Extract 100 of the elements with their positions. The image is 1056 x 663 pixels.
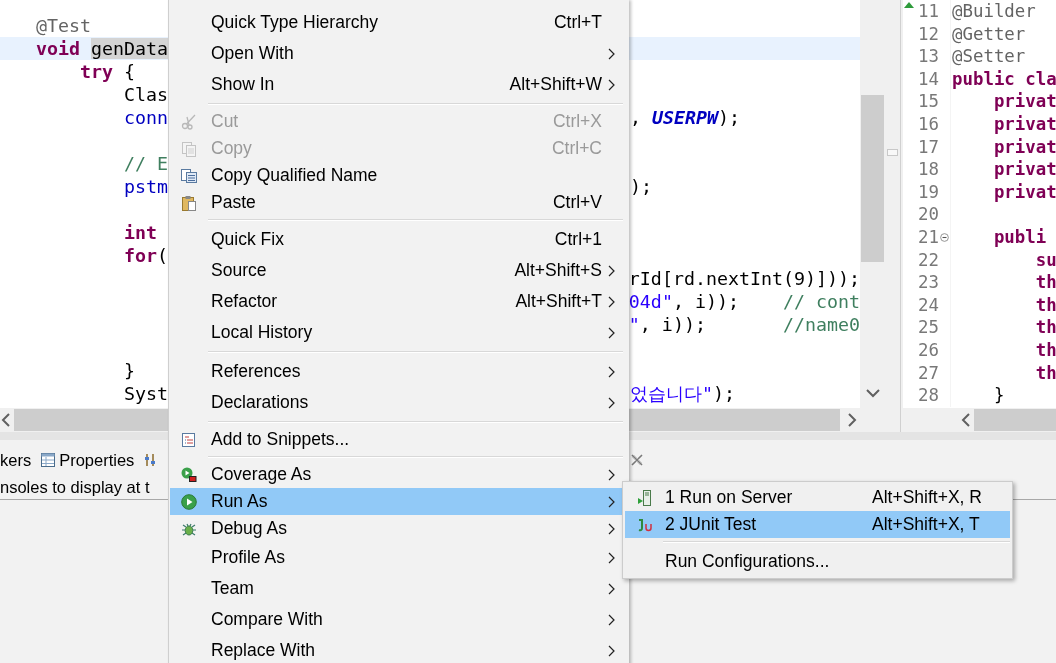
shortcut-label: Alt+Shift+X, R <box>872 487 982 508</box>
menu-item[interactable]: Team <box>170 573 623 604</box>
code-text: 었습니다"); <box>630 382 736 405</box>
copy-icon <box>181 140 197 157</box>
override-marker-icon <box>904 2 914 8</box>
line-number: 12 <box>917 22 939 46</box>
scroll-left-icon[interactable] <box>1 413 11 427</box>
code-text: @Test <box>36 14 92 37</box>
scroll-right-icon[interactable] <box>847 413 857 427</box>
code-text: privat <box>993 112 1056 136</box>
code-text: , USERPW); <box>630 106 741 129</box>
code-text: pstm <box>124 175 169 198</box>
menu-item[interactable]: Open With <box>170 38 623 69</box>
menu-item[interactable]: Copy Qualified Name <box>170 162 623 189</box>
shortcut-label: Alt+Shift+T <box>515 291 602 312</box>
menu-item[interactable]: Debug As <box>170 515 623 542</box>
code-text: ", i)); //name0 <box>628 313 860 336</box>
code-text: @Getter <box>952 22 1026 46</box>
code-text: publi <box>993 225 1047 249</box>
shortcut-label: Alt+Shift+W <box>509 74 602 95</box>
tool-icon[interactable] <box>144 453 157 467</box>
code-text: th <box>1035 316 1056 339</box>
scrollbar-thumb[interactable] <box>974 409 1056 431</box>
shortcut-label: Ctrl+C <box>551 138 602 159</box>
menu-item[interactable]: Local History <box>170 317 623 348</box>
code-text: Clas <box>124 83 169 106</box>
menu-item[interactable]: Quick Type Hierarchy Ctrl+T <box>170 7 623 38</box>
collapse-icon[interactable] <box>940 232 949 242</box>
view-tab[interactable]: kers <box>0 450 32 470</box>
line-number: 17 <box>917 135 939 159</box>
code-text: } <box>993 384 1005 407</box>
scrollbar-thumb[interactable] <box>861 95 884 262</box>
code-text: th <box>1035 271 1056 294</box>
menu-item[interactable]: 1 Run on Server Alt+Shift+X, R <box>625 484 1010 511</box>
line-number: 13 <box>917 45 939 68</box>
coverage-icon <box>181 466 197 483</box>
code-text: @Builder <box>952 0 1036 23</box>
view-tab[interactable]: Properties <box>59 450 135 470</box>
code-text: try { <box>80 60 136 83</box>
scroll-left-icon[interactable] <box>961 413 971 427</box>
menu-item[interactable]: Refactor Alt+Shift+T <box>170 286 623 317</box>
table-icon <box>41 453 56 467</box>
line-number: 19 <box>917 180 939 204</box>
line-number: 25 <box>917 316 939 339</box>
line-number: 21 <box>917 225 939 249</box>
shortcut-label: Ctrl+1 <box>554 229 602 250</box>
menu-item[interactable]: Quick Fix Ctrl+1 <box>170 224 623 255</box>
code-text: privat <box>993 90 1056 113</box>
clipboard-icon <box>181 194 197 211</box>
line-number: 18 <box>917 158 939 181</box>
code-text: public cla <box>952 67 1056 91</box>
code-text: Syst <box>124 382 169 405</box>
line-number: 24 <box>917 293 939 317</box>
line-number: 26 <box>917 338 939 362</box>
code-editor[interactable]: 11 @Builder 12 @Getter 13 @Setter 14 public cla 15 privat 16 privat 17 privat 18 privat 19 privat 20 21 publi 22 su 23 th 24 th 25 th 26 th 27 th 28 } <box>903 0 1056 408</box>
code-text: int <box>124 221 158 244</box>
menu-item[interactable]: Source Alt+Shift+S <box>170 255 623 286</box>
menu-item[interactable]: Declarations <box>170 387 623 418</box>
menu-item[interactable]: Profile As <box>170 542 623 573</box>
menu-item[interactable]: Compare With <box>170 604 623 635</box>
code-text: rId[rd.nextInt(9)])); <box>628 267 860 290</box>
shortcut-label: Ctrl+T <box>553 12 602 33</box>
menu-item[interactable]: 2 JUnit Test Alt+Shift+X, T <box>625 511 1010 538</box>
scroll-down-icon[interactable] <box>865 388 880 398</box>
code-text: } <box>124 359 135 382</box>
code-text: privat <box>993 180 1056 204</box>
run-icon <box>181 493 197 510</box>
menu-item[interactable]: Paste Ctrl+V <box>170 189 623 216</box>
menu-item[interactable]: Run As <box>170 488 623 515</box>
code-text: for( <box>124 244 169 267</box>
menu-item[interactable]: Coverage As <box>170 461 623 488</box>
shortcut-label: Ctrl+X <box>552 111 602 132</box>
code-text: th <box>1035 293 1056 317</box>
shortcut-label: Ctrl+V <box>552 192 602 213</box>
menu-item[interactable]: Show In Alt+Shift+W <box>170 69 623 100</box>
scissors-icon <box>181 113 197 130</box>
line-number: 22 <box>917 248 939 272</box>
menu-item[interactable]: Run Configurations... <box>625 546 1010 577</box>
code-text: conn <box>124 106 169 129</box>
documents-icon <box>181 167 197 184</box>
server-icon <box>637 489 653 506</box>
menu-item[interactable]: Replace With <box>170 635 623 663</box>
code-text: privat <box>993 135 1056 159</box>
code-text: privat <box>993 158 1056 181</box>
line-number: 14 <box>917 67 939 91</box>
code-text: th <box>1035 338 1056 362</box>
line-number: 28 <box>917 384 939 407</box>
code-text: th <box>1035 361 1056 385</box>
line-number: 16 <box>917 112 939 136</box>
close-icon[interactable] <box>631 454 643 466</box>
shortcut-label: Alt+Shift+X, T <box>872 514 980 535</box>
snippet-icon <box>181 431 197 448</box>
code-text: ); <box>630 175 652 198</box>
menu-item[interactable]: References <box>170 356 623 387</box>
line-number: 27 <box>917 361 939 385</box>
test-icon <box>637 516 653 533</box>
line-number: 20 <box>917 203 939 226</box>
line-number: 15 <box>917 90 939 113</box>
menu-item[interactable]: Add to Snippets... <box>170 426 623 453</box>
code-text: su <box>1035 248 1056 272</box>
